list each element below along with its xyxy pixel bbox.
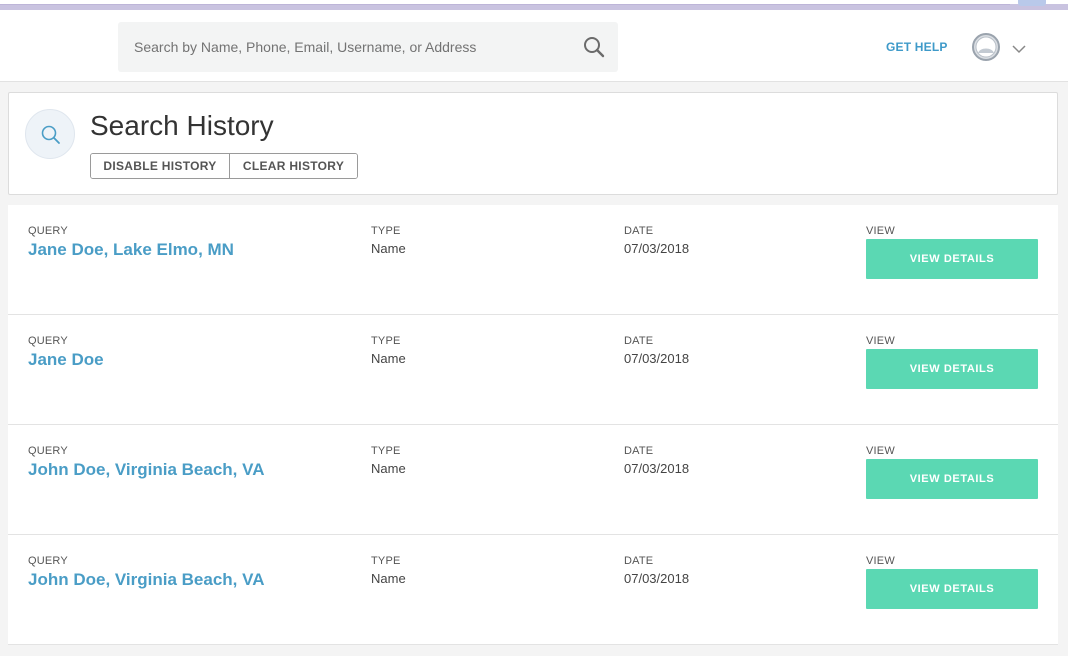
type-value: Name [371, 351, 406, 366]
list-item: QUERY John Doe, Virginia Beach, VA TYPE … [8, 535, 1058, 645]
query-label: QUERY [28, 445, 68, 457]
type-label: TYPE [371, 555, 401, 567]
view-details-button[interactable]: VIEW DETAILS [866, 239, 1038, 279]
list-item: QUERY Jane Doe TYPE Name DATE 07/03/2018… [8, 315, 1058, 425]
search-icon [25, 109, 75, 159]
date-label: DATE [624, 335, 654, 347]
history-button-group: DISABLE HISTORY CLEAR HISTORY [90, 153, 358, 179]
list-item: QUERY John Doe, Virginia Beach, VA TYPE … [8, 425, 1058, 535]
search-icon[interactable] [582, 35, 606, 59]
search-input[interactable] [118, 39, 558, 55]
view-details-button[interactable]: VIEW DETAILS [866, 349, 1038, 389]
type-value: Name [371, 461, 406, 476]
chevron-down-icon[interactable] [1010, 42, 1028, 54]
type-value: Name [371, 571, 406, 586]
view-details-button[interactable]: VIEW DETAILS [866, 459, 1038, 499]
query-link[interactable]: Jane Doe [28, 350, 104, 370]
date-value: 07/03/2018 [624, 351, 690, 366]
query-link[interactable]: John Doe, Virginia Beach, VA [28, 570, 264, 590]
list-item: QUERY Jane Doe, Lake Elmo, MN TYPE Name … [8, 205, 1058, 315]
search-box [118, 22, 618, 72]
type-label: TYPE [371, 445, 401, 457]
date-value: 07/03/2018 [624, 571, 690, 586]
search-history-card: Search History DISABLE HISTORY CLEAR HIS… [8, 92, 1058, 195]
query-label: QUERY [28, 555, 68, 567]
top-chip [1018, 0, 1046, 6]
date-label: DATE [624, 555, 654, 567]
date-value: 07/03/2018 [624, 461, 690, 476]
browser-top-strip [0, 0, 1068, 12]
avatar[interactable] [972, 33, 1000, 61]
date-label: DATE [624, 225, 654, 237]
view-details-button[interactable]: VIEW DETAILS [866, 569, 1038, 609]
page-title: Search History [90, 110, 274, 141]
app-header: GET HELP [0, 12, 1068, 82]
disable-history-button[interactable]: DISABLE HISTORY [91, 154, 230, 178]
date-label: DATE [624, 445, 654, 457]
query-link[interactable]: John Doe, Virginia Beach, VA [28, 460, 264, 480]
type-value: Name [371, 241, 406, 256]
clear-history-button[interactable]: CLEAR HISTORY [230, 154, 357, 178]
view-label: VIEW [866, 225, 895, 237]
type-label: TYPE [371, 335, 401, 347]
history-list: QUERY Jane Doe, Lake Elmo, MN TYPE Name … [8, 205, 1058, 645]
view-label: VIEW [866, 555, 895, 567]
get-help-link[interactable]: GET HELP [886, 40, 948, 54]
query-label: QUERY [28, 335, 68, 347]
date-value: 07/03/2018 [624, 241, 690, 256]
view-label: VIEW [866, 445, 895, 457]
view-label: VIEW [866, 335, 895, 347]
query-link[interactable]: Jane Doe, Lake Elmo, MN [28, 240, 234, 260]
type-label: TYPE [371, 225, 401, 237]
top-white-bar [0, 0, 1010, 5]
query-label: QUERY [28, 225, 68, 237]
